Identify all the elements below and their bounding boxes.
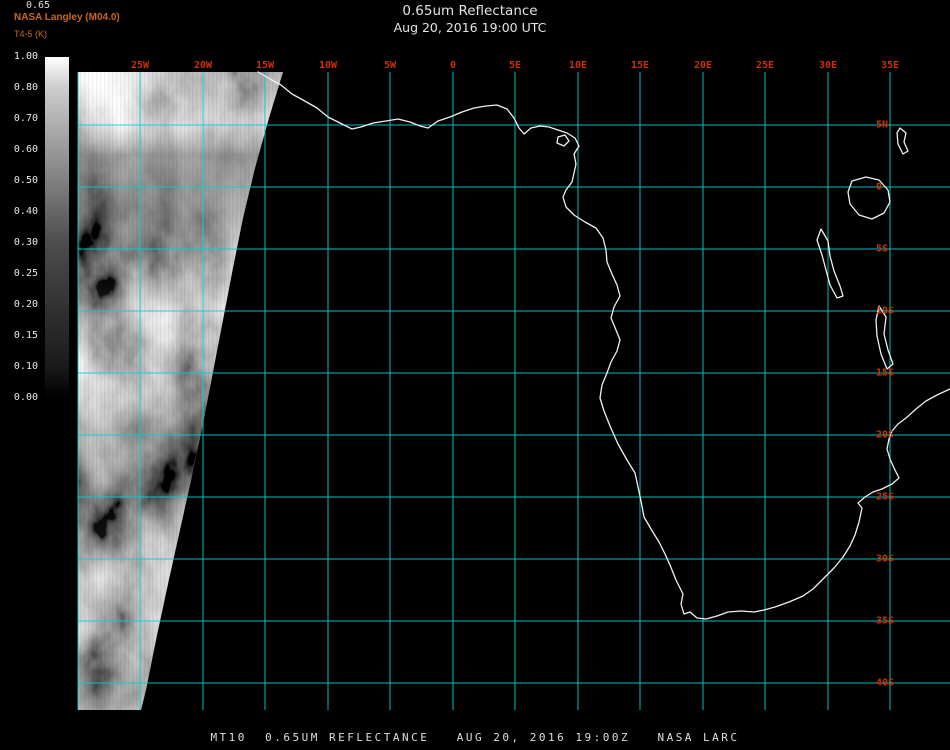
colorbar-label-0.25: 0.25 <box>13 268 38 279</box>
lake-outline <box>896 127 909 155</box>
africa-coastline <box>257 71 950 620</box>
lon-tick-10E: 10E <box>568 60 588 71</box>
channel-value-label: 0.65 <box>26 0 51 11</box>
lon-tick-20E: 20E <box>693 60 713 71</box>
lon-tick-15W: 15W <box>255 60 275 71</box>
lat-tick-5N: 5N <box>876 119 889 131</box>
coastline-layer <box>257 71 950 620</box>
lat-tick-10S: 10S <box>876 305 895 317</box>
lat-tick-15S: 15S <box>876 367 895 379</box>
lon-tick-5W: 5W <box>383 60 397 71</box>
colorbar-label-1.00: 1.00 <box>13 51 38 62</box>
reflectance-colorbar <box>45 57 69 398</box>
nasa-langley-source-label: NASA Langley (M04.0) <box>14 12 120 23</box>
lon-tick-15E: 15E <box>630 60 650 71</box>
lon-tick-10W: 10W <box>318 60 338 71</box>
footer-caption: MT10 0.65UM REFLECTANCE AUG 20, 2016 19:… <box>210 731 740 744</box>
lat-tick-30S: 30S <box>876 553 895 565</box>
colorbar-label-0.10: 0.10 <box>13 361 38 372</box>
lat-tick-0: 0 <box>876 181 883 193</box>
lake-outline <box>847 176 891 220</box>
lon-tick-25E: 25E <box>755 60 775 71</box>
lat-tick-25S: 25S <box>876 491 895 503</box>
lon-tick-20W: 20W <box>193 60 213 71</box>
map-canvas <box>77 71 950 710</box>
colorbar-label-0.20: 0.20 <box>13 299 38 310</box>
lon-tick-5E: 5E <box>508 60 522 71</box>
satellite-product-viewer: 0.65um Reflectance Aug 20, 2016 19:00 UT… <box>0 0 950 750</box>
lake-outline <box>556 134 570 147</box>
lat-tick-20S: 20S <box>876 429 895 441</box>
channel-units-label: T4-5 (K) <box>14 29 48 39</box>
colorbar-label-0.40: 0.40 <box>13 206 38 217</box>
colorbar-label-0.50: 0.50 <box>13 175 38 186</box>
satellite-swath-imagery <box>78 72 283 710</box>
colorbar-label-0.80: 0.80 <box>13 82 38 93</box>
colorbar-label-0.30: 0.30 <box>13 237 38 248</box>
lon-tick-25W: 25W <box>130 60 150 71</box>
colorbar-label-0.60: 0.60 <box>13 144 38 155</box>
colorbar-label-0.15: 0.15 <box>13 330 38 341</box>
lat-tick-40S: 40S <box>876 677 895 689</box>
page-subtitle: Aug 20, 2016 19:00 UTC <box>393 20 547 35</box>
lat-tick-5S: 5S <box>876 243 889 255</box>
colorbar-label-0.70: 0.70 <box>13 113 38 124</box>
lon-tick-0: 0 <box>449 60 457 71</box>
lake-outline <box>816 228 844 299</box>
lat-tick-35S: 35S <box>876 615 895 627</box>
colorbar-label-0.00: 0.00 <box>13 392 38 403</box>
page-title: 0.65um Reflectance <box>402 3 538 19</box>
lon-tick-35E: 35E <box>880 60 900 71</box>
lon-tick-30E: 30E <box>818 60 838 71</box>
